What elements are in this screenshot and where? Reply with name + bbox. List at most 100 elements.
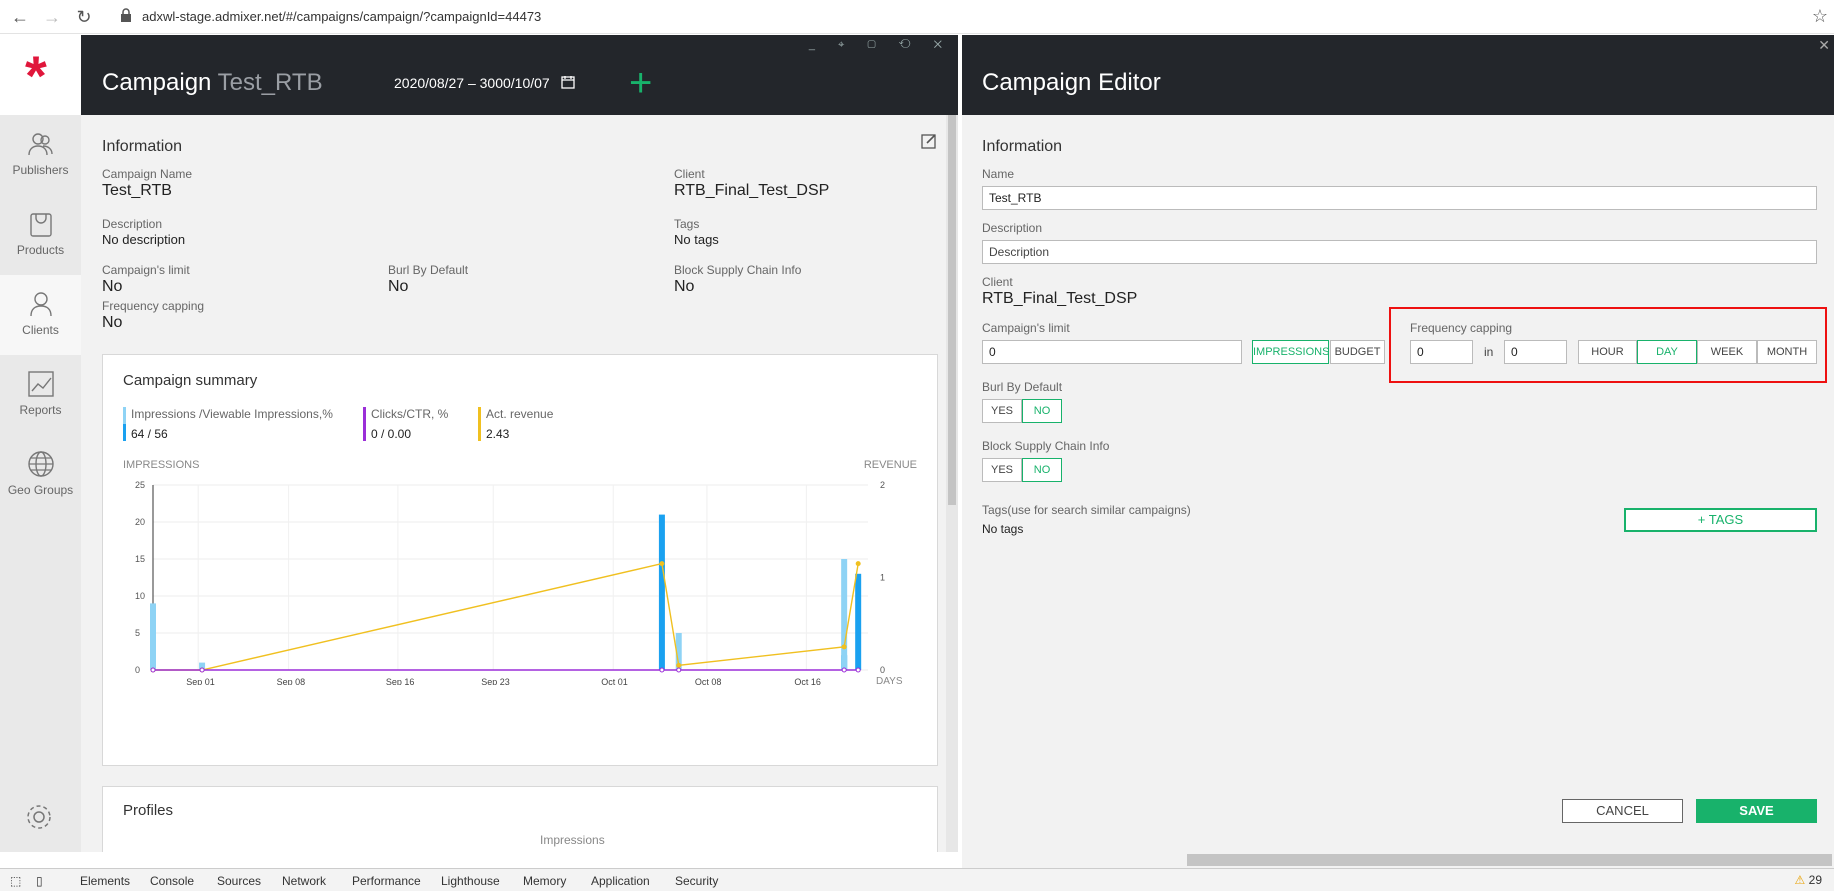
profiles-title: Profiles (123, 802, 174, 819)
plus-icon: + (1697, 512, 1706, 527)
period-day[interactable]: DAY (1637, 340, 1697, 364)
freq-count-input[interactable]: 0 (1410, 340, 1473, 364)
add-button[interactable]: + (629, 63, 652, 103)
y-tick-label: 0 (135, 665, 140, 675)
burl-no[interactable]: NO (1022, 399, 1062, 423)
legend-revenue[interactable]: Act. revenue 2.43 (478, 407, 553, 441)
bag-icon (29, 213, 52, 237)
client-label: Client (674, 167, 705, 181)
campaign-details: Information Campaign Name Test_RTB Clien… (81, 115, 958, 852)
block-label: Block Supply Chain Info (674, 263, 802, 277)
date-range[interactable]: 2020/08/27 – 3000/10/07 (394, 75, 550, 91)
devtools-tab[interactable]: Lighthouse (441, 874, 500, 888)
burl-yes[interactable]: YES (982, 399, 1022, 423)
legend-clicks[interactable]: Clicks/CTR, % 0 / 0.00 (363, 407, 448, 441)
gear-icon[interactable] (24, 802, 54, 832)
block-label: Block Supply Chain Info (982, 439, 1110, 453)
burl-label: Burl By Default (388, 263, 469, 277)
y-tick-label: 5 (135, 628, 140, 638)
bookmark-star-icon[interactable]: ☆ (1812, 6, 1828, 27)
save-button[interactable]: SAVE (1696, 799, 1817, 823)
cancel-button[interactable]: CANCEL (1562, 799, 1683, 823)
budget-toggle[interactable]: BUDGET (1330, 340, 1385, 364)
inspect-icon[interactable]: ⬚ (10, 874, 21, 888)
sidebar-label: Geo Groups (7, 483, 74, 497)
globe-icon (27, 451, 54, 477)
lock-icon (121, 8, 131, 22)
freq-label: Frequency capping (102, 299, 205, 313)
devtools-tab[interactable]: Network (282, 874, 326, 888)
warnings-count[interactable]: ⚠ 29 (1795, 873, 1822, 887)
x-tick-label: Sep 16 (386, 677, 415, 685)
revenue-line (153, 562, 859, 671)
description-label: Description (982, 221, 1043, 235)
app-logo[interactable]: * (0, 35, 81, 115)
page-title: Campaign Test_RTB (102, 69, 323, 96)
block-no[interactable]: NO (1022, 458, 1062, 482)
device-icon[interactable]: ▯ (36, 874, 43, 888)
client-label: Client (982, 275, 1013, 289)
editor-title: Campaign Editor (982, 69, 1161, 96)
campaign-editor: Information Name Test_RTB Description De… (962, 115, 1834, 852)
forward-icon[interactable]: → (40, 5, 64, 29)
calendar-icon[interactable] (561, 75, 575, 89)
impressions-toggle[interactable]: IMPRESSIONS (1252, 340, 1329, 364)
editor-header: Campaign Editor ✕ (962, 35, 1834, 115)
left-panel-scrollbar[interactable] (946, 115, 958, 852)
viewable-bar (150, 603, 156, 670)
sidebar-item-publishers[interactable]: Publishers (0, 115, 81, 195)
clicks-point (659, 667, 665, 673)
sidebar-item-geo-groups[interactable]: Geo Groups (0, 435, 81, 515)
y-tick-label: 10 (135, 591, 145, 601)
devtools-tab[interactable]: Console (150, 874, 194, 888)
sidebar-item-reports[interactable]: Reports (0, 355, 81, 435)
profiles-panel: Profiles Impressions (102, 786, 938, 852)
close-icon[interactable]: ✕ (1818, 37, 1830, 54)
clicks-point (199, 667, 205, 673)
person-icon (29, 292, 52, 317)
limit-label: Campaign's limit (982, 321, 1070, 335)
revenue-point (659, 561, 665, 567)
devtools-tab[interactable]: Application (591, 874, 650, 888)
clicks-point (855, 667, 861, 673)
limit-input[interactable]: 0 (982, 340, 1242, 364)
devtools-tab[interactable]: Security (675, 874, 718, 888)
period-week[interactable]: WEEK (1697, 340, 1757, 364)
burl-value: No (388, 278, 409, 295)
block-yes[interactable]: YES (982, 458, 1022, 482)
freq-period-input[interactable]: 0 (1504, 340, 1567, 364)
period-hour[interactable]: HOUR (1578, 340, 1637, 364)
devtools-tab[interactable]: Sources (217, 874, 261, 888)
sidebar-label: Publishers (12, 163, 69, 177)
description-input[interactable]: Description (982, 240, 1817, 264)
back-icon[interactable]: ← (8, 5, 32, 29)
limit-value: No (102, 278, 123, 295)
name-label: Name (982, 167, 1015, 181)
browser-toolbar: ← → ↻ adxwl-stage.admixer.net/#/campaign… (0, 0, 1834, 34)
horizontal-scrollbar[interactable] (962, 852, 1834, 868)
campaign-chart: 0 5 10 15 20 25 0 1 2 Sep 01 Sep 08 Sep 16 Sep 23 Oct… (135, 480, 903, 685)
x-tick-label: Sep 23 (481, 677, 510, 685)
name-input[interactable]: Test_RTB (982, 186, 1817, 210)
summary-title: Campaign summary (123, 372, 258, 389)
edit-icon[interactable] (921, 133, 937, 149)
reload-icon[interactable]: ↻ (72, 5, 96, 29)
devtools-tab[interactable]: Performance (352, 874, 421, 888)
window-controls[interactable]: _ ⌖ ▢ ⟲ ✕ (809, 39, 952, 52)
sidebar-item-clients[interactable]: Clients (0, 275, 81, 355)
revenue-point (841, 644, 847, 650)
legend-impressions[interactable]: Impressions /Viewable Impressions,% 64 /… (123, 407, 333, 441)
period-month[interactable]: MONTH (1757, 340, 1817, 364)
tags-value: No tags (982, 522, 1024, 536)
impressions-bar (855, 573, 862, 670)
address-bar[interactable]: adxwl-stage.admixer.net/#/campaigns/camp… (142, 9, 541, 24)
tags-label: Tags(use for search similar campaigns) (982, 503, 1191, 517)
y-tick-label: 15 (135, 554, 145, 564)
devtools-tab[interactable]: Elements (80, 874, 130, 888)
x-tick-label: Oct 08 (695, 677, 722, 685)
devtools-tab[interactable]: Memory (523, 874, 566, 888)
sidebar-item-products[interactable]: Products (0, 195, 81, 275)
y-tick-label: 20 (135, 517, 145, 527)
block-value: No (674, 278, 695, 295)
add-tags-button[interactable]: + TAGS (1624, 508, 1817, 532)
